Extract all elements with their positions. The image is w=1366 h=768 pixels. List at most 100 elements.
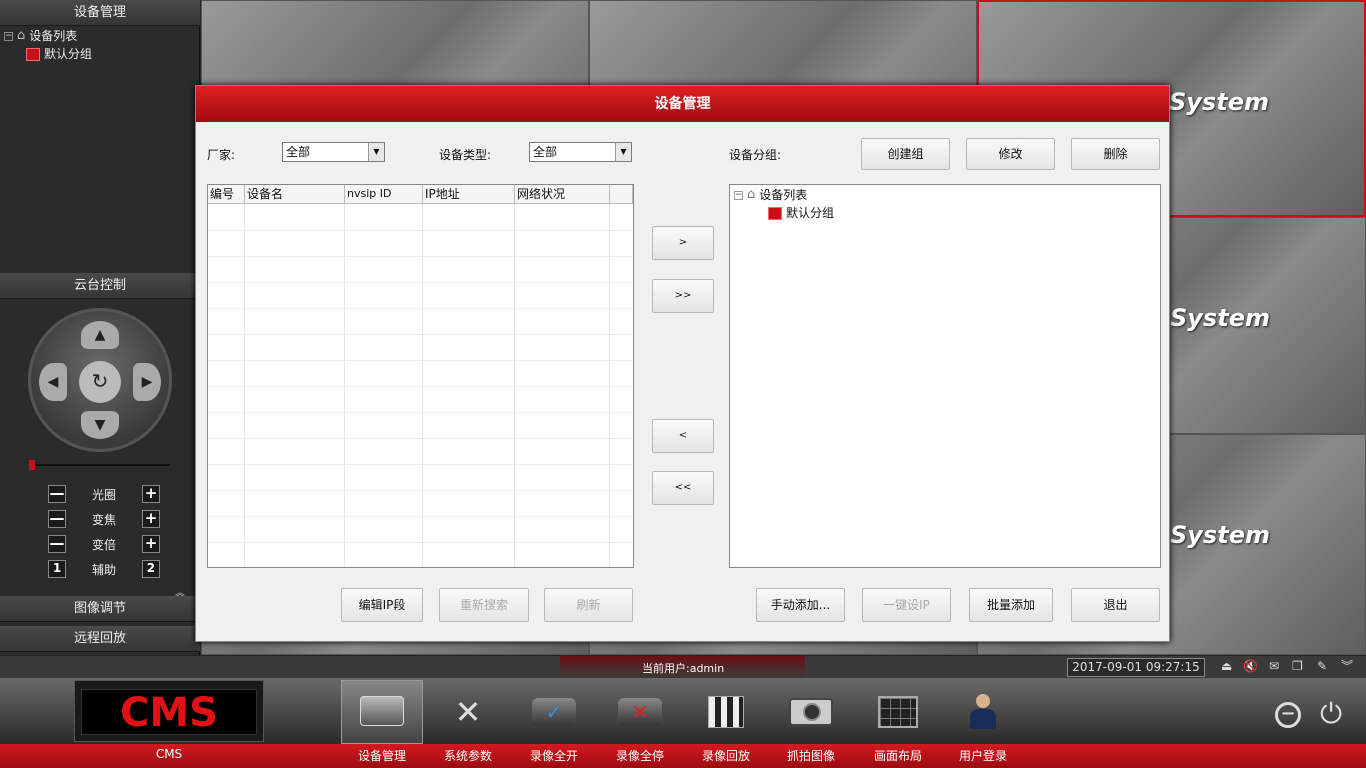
speed-slider-track[interactable] <box>30 464 170 466</box>
refresh-button[interactable]: 刷新 <box>544 588 633 622</box>
record-all-start-item[interactable]: ✓ <box>514 684 594 740</box>
col-header-name[interactable]: 设备名 <box>245 185 345 204</box>
aux-1-button[interactable]: 1 <box>48 560 66 578</box>
move-right-button[interactable]: > <box>652 226 714 260</box>
system-watermark: System <box>1169 88 1269 116</box>
snapshot-label[interactable]: 抓拍图像 <box>771 747 851 764</box>
device-manage-dialog: 设备管理 厂家: 全部 ▼ 设备类型: 全部 ▼ 设备分组: 创建组 修改 删除… <box>195 85 1170 642</box>
iris-minus-button[interactable]: — <box>48 485 66 503</box>
layout-icon <box>878 696 918 728</box>
record-playback-label[interactable]: 录像回放 <box>686 747 766 764</box>
user-icon <box>968 694 998 730</box>
dialog-title[interactable]: 设备管理 <box>196 86 1169 122</box>
dropdown-arrow-icon[interactable]: ▼ <box>368 143 384 161</box>
record-stop-icon: ✕ <box>618 698 662 726</box>
power-icon[interactable]: ⏻ <box>1320 700 1342 728</box>
ptz-right-icon[interactable]: ▶ <box>133 363 161 401</box>
collapse-icon[interactable]: − <box>4 31 13 41</box>
record-all-stop-label[interactable]: 录像全停 <box>600 747 680 764</box>
focus-control: — 变焦 + <box>48 509 160 529</box>
col-header-ip[interactable]: IP地址 <box>423 185 515 204</box>
screen-layout-item[interactable] <box>858 684 938 740</box>
iris-plus-button[interactable]: + <box>141 485 160 503</box>
device-manage-icon <box>360 696 404 726</box>
aux-control: 1 辅助 2 <box>48 559 160 579</box>
focus-minus-button[interactable]: — <box>48 510 66 528</box>
ptz-left-icon[interactable]: ◀ <box>39 363 67 401</box>
record-start-icon: ✓ <box>532 698 576 726</box>
mute-icon[interactable]: 🔇 <box>1243 659 1258 673</box>
cms-logo: CMS <box>81 689 257 736</box>
research-button[interactable]: 重新搜索 <box>439 588 529 622</box>
tree-child[interactable]: 默认分组 <box>26 45 92 63</box>
group-tree-root[interactable]: − ⌂ 设备列表 <box>734 186 807 204</box>
collapse-icon[interactable]: − <box>734 190 743 200</box>
camera-icon <box>789 698 833 726</box>
zoom-control: — 变倍 + <box>48 534 160 554</box>
user-login-item[interactable] <box>943 684 1023 740</box>
col-header-nvsip[interactable]: nvsip ID <box>345 185 423 204</box>
focus-plus-button[interactable]: + <box>141 510 160 528</box>
speed-slider-handle[interactable] <box>29 460 35 470</box>
focus-label: 变焦 <box>91 512 116 527</box>
device-mgmt-header[interactable]: 设备管理 <box>0 0 200 26</box>
group-tree-child[interactable]: 默认分组 <box>768 204 834 222</box>
mail-icon[interactable]: ✉ <box>1269 659 1279 673</box>
aux-2-button[interactable]: 2 <box>141 560 160 578</box>
col-header-network[interactable]: 网络状况 <box>515 185 610 204</box>
record-all-start-label[interactable]: 录像全开 <box>514 747 594 764</box>
modify-button[interactable]: 修改 <box>966 138 1055 170</box>
snapshot-item[interactable] <box>771 684 851 740</box>
move-left-button[interactable]: < <box>652 419 714 453</box>
record-all-stop-item[interactable]: ✕ <box>600 684 680 740</box>
vendor-select[interactable]: 全部 ▼ <box>282 142 385 162</box>
move-all-left-button[interactable]: << <box>652 471 714 505</box>
user-login-label[interactable]: 用户登录 <box>943 747 1023 764</box>
ptz-reset-icon[interactable]: ↻ <box>79 361 121 403</box>
system-params-item[interactable]: ✕ <box>428 684 508 740</box>
create-group-button[interactable]: 创建组 <box>861 138 950 170</box>
group-tree[interactable]: − ⌂ 设备列表 默认分组 <box>729 184 1161 568</box>
device-type-select[interactable]: 全部 ▼ <box>529 142 632 162</box>
col-header-id[interactable]: 编号 <box>208 185 245 204</box>
datetime-display: 2017-09-01 09:27:15 <box>1067 658 1205 677</box>
zoom-minus-button[interactable]: — <box>48 535 66 553</box>
zoom-plus-button[interactable]: + <box>141 535 160 553</box>
image-adjust-header[interactable]: 图像调节 <box>0 596 200 622</box>
minimize-icon[interactable]: − <box>1275 702 1301 728</box>
tree-root[interactable]: − ⌂ 设备列表 <box>4 27 77 45</box>
move-all-right-button[interactable]: >> <box>652 279 714 313</box>
col-header-blank <box>610 185 633 204</box>
device-type-label: 设备类型: <box>439 148 492 162</box>
ptz-header[interactable]: 云台控制 <box>0 273 200 299</box>
window-icon[interactable]: ❐ <box>1292 659 1303 673</box>
edit-ip-button[interactable]: 编辑IP段 <box>341 588 423 622</box>
group-icon <box>26 47 40 61</box>
eject-icon[interactable]: ⏏ <box>1221 659 1232 673</box>
system-watermark: System <box>1170 304 1270 332</box>
device-table[interactable]: 编号 设备名 nvsip ID IP地址 网络状况 <box>207 184 634 568</box>
exit-button[interactable]: 退出 <box>1071 588 1160 622</box>
dropdown-arrow-icon[interactable]: ▼ <box>615 143 631 161</box>
tree-child-label: 默认分组 <box>44 47 93 61</box>
record-playback-item[interactable] <box>686 684 766 740</box>
system-params-label[interactable]: 系统参数 <box>428 747 508 764</box>
ptz-down-icon[interactable]: ▼ <box>81 411 119 439</box>
status-bar: 当前用户:admin 2017-09-01 09:27:15 ⏏ 🔇 ✉ ❐ ✎… <box>0 655 1366 678</box>
ptz-up-icon[interactable]: ▲ <box>81 321 119 349</box>
delete-button[interactable]: 删除 <box>1071 138 1160 170</box>
manual-add-button[interactable]: 手动添加... <box>756 588 845 622</box>
pin-icon[interactable]: ✎ <box>1317 659 1327 673</box>
vendor-label: 厂家: <box>207 148 236 162</box>
remote-playback-header[interactable]: 远程回放 <box>0 626 200 652</box>
cms-label: CMS <box>155 747 183 761</box>
one-key-ip-button[interactable]: 一键设IP <box>862 588 951 622</box>
batch-add-button[interactable]: 批量添加 <box>969 588 1053 622</box>
device-group-label: 设备分组: <box>729 148 782 162</box>
ptz-dial[interactable]: ▲ ▼ ◀ ▶ ↻ <box>28 308 172 452</box>
device-manage-label[interactable]: 设备管理 <box>342 747 422 764</box>
tree-root-label: 设备列表 <box>29 29 78 43</box>
screen-layout-label[interactable]: 画面布局 <box>858 747 938 764</box>
device-manage-item[interactable] <box>342 684 422 740</box>
collapse-down-icon[interactable]: ︾ <box>1341 657 1353 674</box>
